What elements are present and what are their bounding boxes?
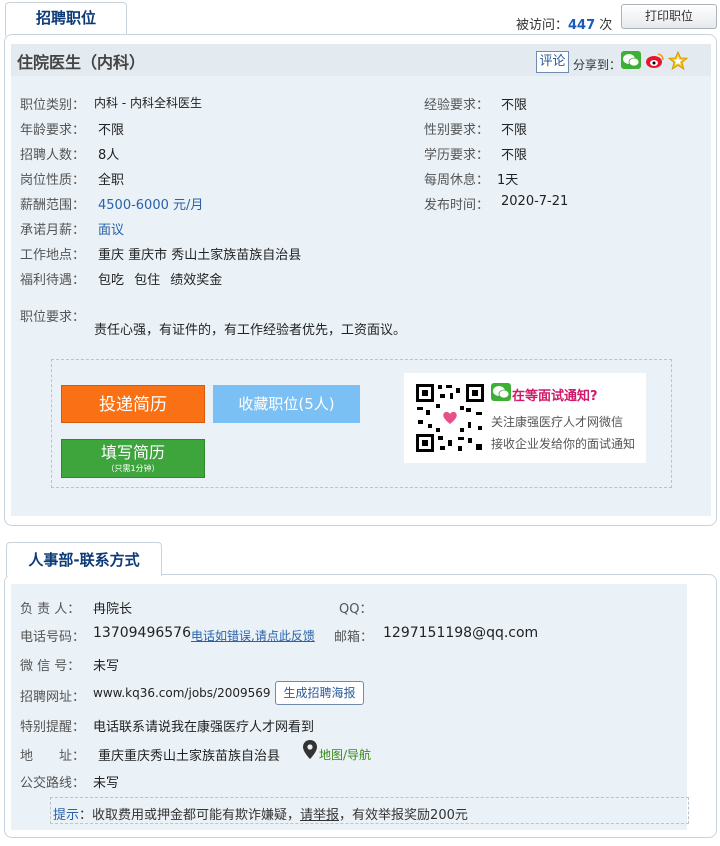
field-label: 岗位性质：	[20, 173, 86, 188]
print-button[interactable]: 打印职位	[621, 4, 717, 29]
field-label: 发布时间：	[424, 198, 490, 213]
report-link[interactable]: 请举报	[300, 808, 339, 823]
wechat-icon	[491, 383, 511, 401]
map-pin-icon[interactable]	[303, 740, 317, 759]
comment-button[interactable]: 评论	[536, 51, 569, 73]
share-label: 分享到：	[573, 58, 622, 72]
apply-resume-button[interactable]: 投递简历	[61, 385, 205, 423]
field-value: 4500-6000 元/月	[98, 198, 204, 213]
field-value: 不限	[501, 148, 528, 163]
generate-poster-button[interactable]: 生成招聘海报	[275, 681, 364, 705]
field-value: 全职	[98, 173, 125, 188]
email-value: 1297151198@qq.com	[383, 625, 539, 641]
favorite-star-icon[interactable]	[668, 51, 688, 70]
url-label: 招聘网址：	[20, 690, 86, 705]
field-label: 薪酬范围：	[20, 198, 86, 213]
qr-code-image	[414, 382, 486, 454]
field-value: 内科 - 内科全科医生	[94, 96, 202, 110]
field-label: 招聘人数：	[20, 148, 86, 163]
tab-job-label: 招聘职位	[35, 9, 96, 27]
field-label: 年龄要求：	[20, 123, 86, 138]
qq-label: QQ：	[339, 602, 373, 617]
visit-counter: 被访问：447 次	[516, 18, 613, 33]
field-label: 职位类别：	[20, 98, 86, 113]
phone-value: 13709496576	[93, 625, 191, 641]
requirement-text: 责任心强，有证件的，有工作经验者优先，工资面议。	[94, 323, 407, 338]
address-label: 地 址：	[20, 749, 86, 764]
tip-line: 提示：收取费用或押金都可能有欺诈嫌疑，请举报，有效举报奖励200元	[53, 808, 468, 823]
requirement-label: 职位要求：	[20, 310, 86, 325]
tab-job[interactable]: 招聘职位	[5, 2, 127, 36]
field-label: 工作地点：	[20, 248, 86, 263]
wechat-value: 未写	[93, 659, 120, 674]
field-value: 8人	[98, 148, 120, 163]
address-value: 重庆重庆秀山土家族苗族自治县	[98, 749, 281, 764]
person-label: 负 责 人：	[20, 602, 81, 617]
field-label: 承诺月薪：	[20, 223, 86, 238]
field-label: 福利待遇：	[20, 273, 86, 288]
field-value: 包吃 包住 绩效奖金	[98, 273, 223, 288]
email-label: 邮箱：	[334, 630, 374, 645]
visit-count: 447	[568, 18, 596, 33]
field-value: 不限	[501, 98, 528, 113]
field-value: 2020-7-21	[501, 194, 569, 209]
notice-label: 特别提醒：	[20, 720, 86, 735]
field-value: 重庆 重庆市 秀山土家族苗族自治县	[98, 248, 302, 263]
qr-line2: 接收企业发给你的面试通知	[491, 437, 636, 451]
field-label: 每周休息：	[424, 173, 490, 188]
collect-job-button[interactable]: 收藏职位(5人)	[213, 385, 360, 423]
field-value: 1天	[497, 173, 519, 188]
phone-label: 电话号码：	[20, 630, 86, 645]
tab-contact[interactable]: 人事部-联系方式	[6, 542, 162, 576]
qr-title: 在等面试通知?	[512, 389, 598, 404]
notice-value: 电话联系请说我在康强医疗人才网看到	[93, 720, 315, 735]
bus-label: 公交路线：	[20, 776, 86, 791]
bus-value: 未写	[93, 776, 120, 791]
field-label: 经验要求：	[424, 98, 490, 113]
qr-line1: 关注康强医疗人才网微信	[491, 415, 624, 429]
wechat-label: 微 信 号：	[20, 659, 81, 674]
job-title: 住院医生（内科）	[17, 53, 146, 72]
url-value[interactable]: www.kq36.com/jobs/2009569	[93, 686, 271, 700]
field-value: 不限	[98, 123, 125, 138]
map-nav-link[interactable]: 地图/导航	[319, 746, 371, 763]
phone-feedback-link[interactable]: 电话如错误,请点此反馈	[191, 627, 315, 644]
fill-resume-button[interactable]: 填写简历 （只需1分钟）	[61, 439, 205, 478]
weibo-share-icon[interactable]	[645, 52, 665, 69]
field-value: 面议	[98, 223, 125, 238]
wechat-share-icon[interactable]	[621, 51, 641, 69]
field-value: 不限	[501, 123, 528, 138]
person-value: 冉院长	[93, 602, 133, 617]
field-label: 学历要求：	[424, 148, 490, 163]
contact-panel-inner	[11, 584, 687, 830]
field-label: 性别要求：	[424, 123, 490, 138]
